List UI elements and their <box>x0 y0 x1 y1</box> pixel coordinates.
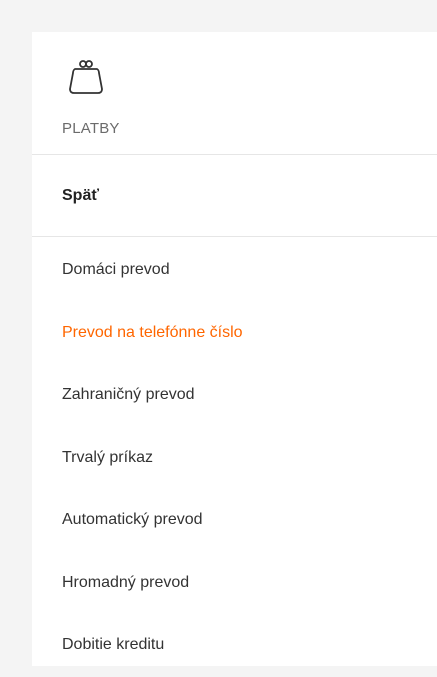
back-link[interactable]: Späť <box>32 155 437 237</box>
payments-menu: Domáci prevod Prevod na telefónne číslo … <box>32 239 437 677</box>
payments-menu-panel: PLATBY Späť Domáci prevod Prevod na tele… <box>32 32 437 666</box>
menu-item-foreign-transfer[interactable]: Zahraničný prevod <box>32 364 437 427</box>
menu-item-bulk-transfer[interactable]: Hromadný prevod <box>32 552 437 615</box>
purse-icon <box>69 60 103 94</box>
menu-item-phone-number-transfer[interactable]: Prevod na telefónne číslo <box>32 302 437 365</box>
section-title: PLATBY <box>62 120 120 137</box>
menu-item-credit-top-up[interactable]: Dobitie kreditu <box>32 614 437 677</box>
menu-item-automatic-transfer[interactable]: Automatický prevod <box>32 489 437 552</box>
menu-item-standing-order[interactable]: Trvalý príkaz <box>32 427 437 490</box>
section-header: PLATBY <box>32 32 437 155</box>
menu-item-domestic-transfer[interactable]: Domáci prevod <box>32 239 437 302</box>
